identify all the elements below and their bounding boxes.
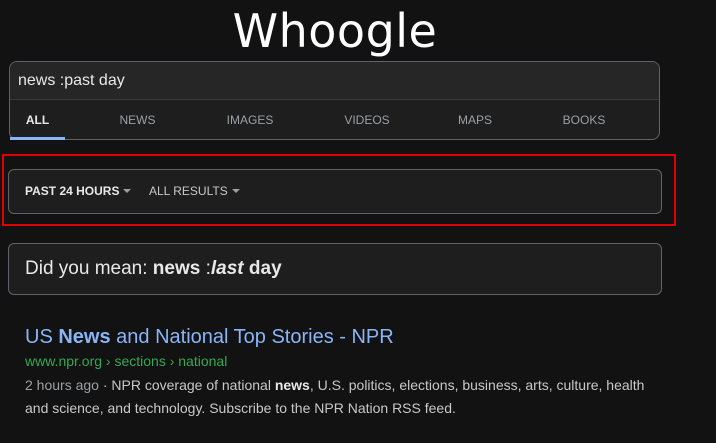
result-url[interactable]: www.npr.org › sections › national (25, 352, 665, 370)
time-filter-label: PAST 24 HOURS (25, 184, 120, 198)
result-snippet: 2 hours ago · NPR coverage of national n… (25, 374, 665, 420)
result-snippet-bold: news (274, 377, 310, 393)
tab-news[interactable]: NEWS (110, 100, 165, 140)
filter-bar: PAST 24 HOURS ALL RESULTS (8, 169, 662, 214)
did-you-mean-suggestion[interactable]: news :last day (153, 258, 282, 279)
tab-maps[interactable]: MAPS (450, 100, 500, 140)
tab-images[interactable]: IMAGES (215, 100, 285, 140)
time-filter-dropdown[interactable]: PAST 24 HOURS (25, 170, 132, 213)
results-filter-dropdown[interactable]: ALL RESULTS (149, 170, 240, 213)
search-input[interactable] (10, 62, 659, 100)
caret-down-icon (231, 188, 240, 193)
suggestion-word-2: last (210, 258, 244, 279)
page: Whoogle ALL NEWS IMAGES VIDEOS MAPS BOOK… (0, 0, 716, 443)
result-title-post: and National Top Stories - NPR (110, 326, 394, 348)
results-filter-label: ALL RESULTS (149, 184, 228, 198)
did-you-mean-box: Did you mean: news :last day (8, 243, 662, 295)
suggestion-word-3: day (248, 258, 282, 279)
result-time: 2 hours ago (25, 377, 99, 393)
suggestion-word-1: news (152, 258, 201, 279)
result-title-link[interactable]: US News and National Top Stories - NPR (25, 322, 665, 352)
did-you-mean-prefix: Did you mean: (25, 258, 148, 279)
result-title-bold: News (58, 326, 111, 348)
search-tabs: ALL NEWS IMAGES VIDEOS MAPS BOOKS (10, 100, 659, 140)
result-title-pre: US (25, 326, 59, 348)
caret-down-icon (123, 188, 132, 193)
search-box: ALL NEWS IMAGES VIDEOS MAPS BOOKS (9, 61, 660, 140)
whoogle-logo[interactable]: Whoogle (0, 2, 670, 60)
search-result: US News and National Top Stories - NPR w… (25, 322, 665, 420)
result-snippet-pre: · NPR coverage of national (98, 377, 275, 393)
suggestion-separator: : (200, 258, 211, 279)
tab-books[interactable]: BOOKS (554, 100, 614, 140)
tab-all[interactable]: ALL (10, 100, 65, 140)
tab-videos[interactable]: VIDEOS (332, 100, 402, 140)
